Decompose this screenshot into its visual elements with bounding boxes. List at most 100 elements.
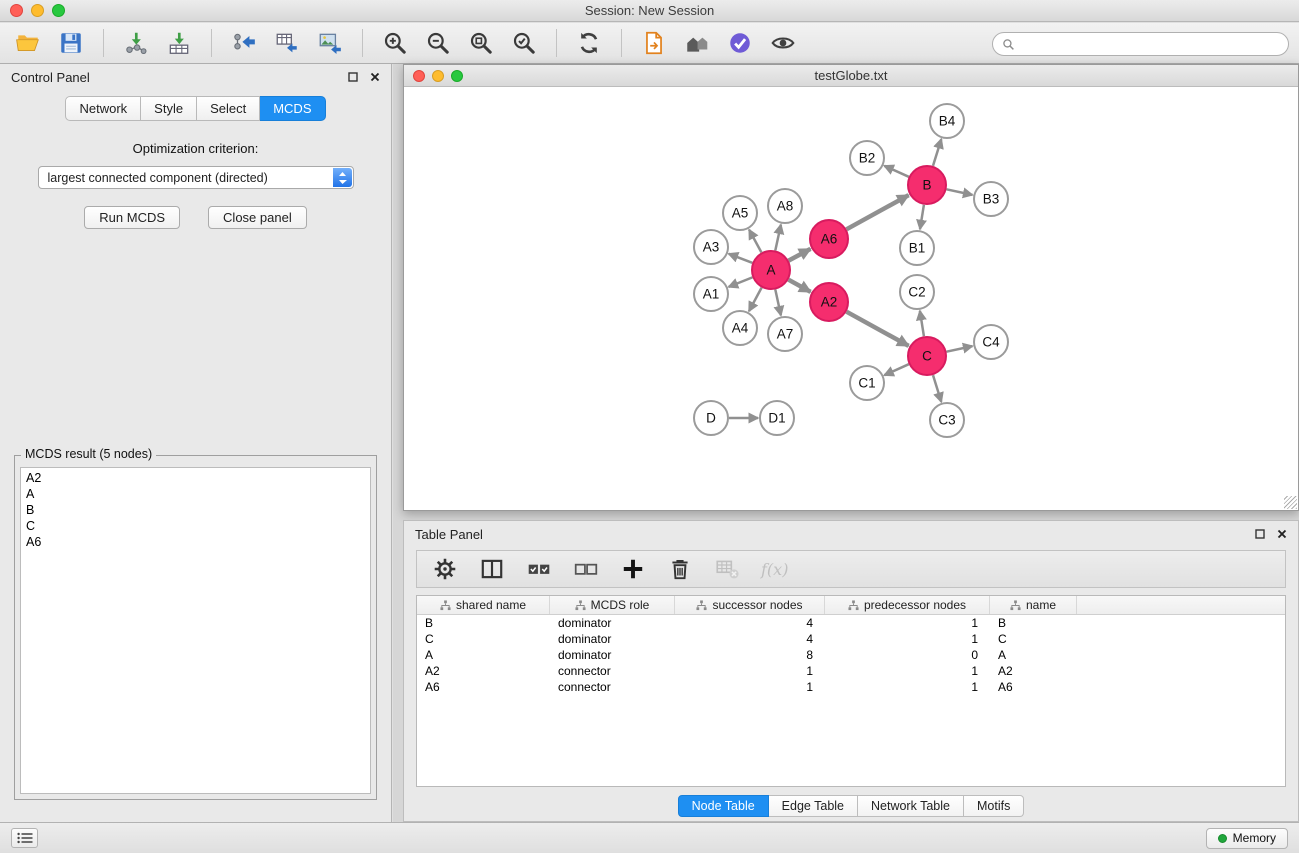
zoom-fit-button[interactable]: [463, 27, 499, 59]
table-cell: dominator: [550, 648, 675, 662]
select-all-button[interactable]: [526, 556, 552, 582]
close-panel-icon[interactable]: [370, 72, 380, 82]
graph-edge-A6-B[interactable]: [847, 195, 909, 229]
search-input[interactable]: [1020, 37, 1279, 51]
mcds-result-item[interactable]: C: [26, 518, 365, 534]
close-window-button[interactable]: [10, 4, 23, 17]
network-zoom-button[interactable]: [451, 70, 463, 82]
graph-svg[interactable]: B4B2BB3A5A8A6A3B1AC2A1A2A4A7C4CC1C3DD1: [404, 87, 1298, 510]
graph-node-label-B3: B3: [983, 192, 1000, 207]
column-header-predecessor-nodes[interactable]: predecessor nodes: [825, 596, 990, 614]
table-row[interactable]: A6connector11A6: [417, 679, 1285, 695]
table-cell: 4: [675, 632, 825, 646]
column-header-successor-nodes[interactable]: successor nodes: [675, 596, 825, 614]
graph-edge-A-A4[interactable]: [749, 288, 762, 312]
show-hide-graphics-button[interactable]: [765, 27, 801, 59]
table-row[interactable]: A2connector11A2: [417, 663, 1285, 679]
tab-style[interactable]: Style: [141, 96, 197, 121]
graph-edge-A-A3[interactable]: [729, 254, 753, 263]
zoom-selected-button[interactable]: [506, 27, 542, 59]
network-window-titlebar[interactable]: testGlobe.txt: [404, 65, 1298, 87]
mcds-result-list[interactable]: A2ABCA6: [20, 467, 371, 794]
mcds-result-item[interactable]: A6: [26, 534, 365, 550]
graph-edge-A-A7[interactable]: [775, 290, 781, 316]
graph-edge-B-B2[interactable]: [884, 166, 909, 177]
run-mcds-button[interactable]: Run MCDS: [84, 206, 180, 229]
column-header-name[interactable]: name: [990, 596, 1077, 614]
float-panel-icon[interactable]: [348, 72, 358, 82]
graph-edge-C-C2[interactable]: [920, 311, 924, 336]
import-table-file-button[interactable]: [161, 27, 197, 59]
tab-node-table[interactable]: Node Table: [678, 795, 769, 817]
task-history-button[interactable]: [11, 828, 38, 848]
graph-edge-A-A6[interactable]: [789, 249, 811, 261]
export-image-button[interactable]: [312, 27, 348, 59]
zoom-in-button[interactable]: [377, 27, 413, 59]
create-column-button[interactable]: [620, 556, 646, 582]
open-session-button[interactable]: [10, 27, 46, 59]
network-minimize-button[interactable]: [432, 70, 444, 82]
graph-edge-A-A5[interactable]: [749, 230, 761, 253]
save-session-button[interactable]: [53, 27, 89, 59]
mcds-result-item[interactable]: A: [26, 486, 365, 502]
resize-handle[interactable]: [1284, 496, 1297, 509]
tab-select[interactable]: Select: [197, 96, 260, 121]
delete-columns-button[interactable]: [667, 556, 693, 582]
export-network-button[interactable]: [226, 27, 262, 59]
network-close-button[interactable]: [413, 70, 425, 82]
network-window[interactable]: testGlobe.txt B4B2BB3A5A8A6A3B1AC2A1A2A4…: [403, 64, 1299, 511]
tab-motifs[interactable]: Motifs: [964, 795, 1024, 817]
export-table-button[interactable]: [269, 27, 305, 59]
graph-node-label-A4: A4: [732, 321, 749, 336]
column-header-mcds-role[interactable]: MCDS role: [550, 596, 675, 614]
graph-node-label-A6: A6: [821, 232, 838, 247]
apply-layout-button[interactable]: [722, 27, 758, 59]
graph-canvas[interactable]: B4B2BB3A5A8A6A3B1AC2A1A2A4A7C4CC1C3DD1: [404, 87, 1298, 510]
close-panel-button[interactable]: Close panel: [208, 206, 307, 229]
table-panel-tabs: Node TableEdge TableNetwork TableMotifs: [404, 795, 1298, 817]
mcds-result-item[interactable]: A2: [26, 470, 365, 486]
zoom-out-button[interactable]: [420, 27, 456, 59]
criterion-select-value: largest connected component (directed): [48, 171, 268, 185]
graph-edge-C-C3[interactable]: [933, 375, 941, 402]
table-mode-button[interactable]: [432, 556, 458, 582]
refresh-view-button[interactable]: [571, 27, 607, 59]
memory-button[interactable]: Memory: [1206, 828, 1288, 849]
table-row[interactable]: Adominator80A: [417, 647, 1285, 663]
graph-node-label-A3: A3: [703, 240, 720, 255]
search-field[interactable]: [992, 32, 1289, 56]
function-builder-button[interactable]: f(x): [761, 556, 788, 582]
first-neighbors-button[interactable]: [636, 27, 672, 59]
minimize-window-button[interactable]: [31, 4, 44, 17]
float-table-panel-icon[interactable]: [1255, 529, 1265, 539]
table-row[interactable]: Bdominator41B: [417, 615, 1285, 631]
graph-edge-A-A1[interactable]: [729, 277, 753, 287]
window-titlebar[interactable]: Session: New Session: [0, 0, 1299, 22]
column-header-shared-name[interactable]: shared name: [417, 596, 550, 614]
graph-edge-C-C4[interactable]: [947, 346, 973, 352]
close-table-panel-icon[interactable]: [1277, 529, 1287, 539]
graph-edge-A-A2[interactable]: [789, 280, 811, 292]
table-row[interactable]: Cdominator41C: [417, 631, 1285, 647]
tab-network[interactable]: Network: [65, 96, 141, 121]
criterion-select[interactable]: largest connected component (directed): [38, 166, 354, 189]
graph-edge-C-C1[interactable]: [884, 364, 909, 375]
graph-edge-A2-C[interactable]: [847, 312, 909, 346]
tab-mcds[interactable]: MCDS: [260, 96, 325, 121]
home-button[interactable]: [679, 27, 715, 59]
tab-edge-table[interactable]: Edge Table: [769, 795, 858, 817]
zoom-window-button[interactable]: [52, 4, 65, 17]
graph-edge-B-B3[interactable]: [947, 189, 973, 195]
deselect-all-button[interactable]: [573, 556, 599, 582]
import-network-file-button[interactable]: [118, 27, 154, 59]
show-columns-button[interactable]: [479, 556, 505, 582]
window-title: Session: New Session: [585, 3, 714, 18]
delete-table-button[interactable]: [714, 556, 740, 582]
tab-network-table[interactable]: Network Table: [858, 795, 964, 817]
graph-edge-A-A8[interactable]: [775, 225, 781, 251]
graph-edge-B-B1[interactable]: [920, 205, 924, 229]
toolbar-separator: [556, 29, 557, 57]
graph-edge-B-B4[interactable]: [933, 139, 941, 166]
table-cell: 1: [825, 680, 990, 694]
mcds-result-item[interactable]: B: [26, 502, 365, 518]
